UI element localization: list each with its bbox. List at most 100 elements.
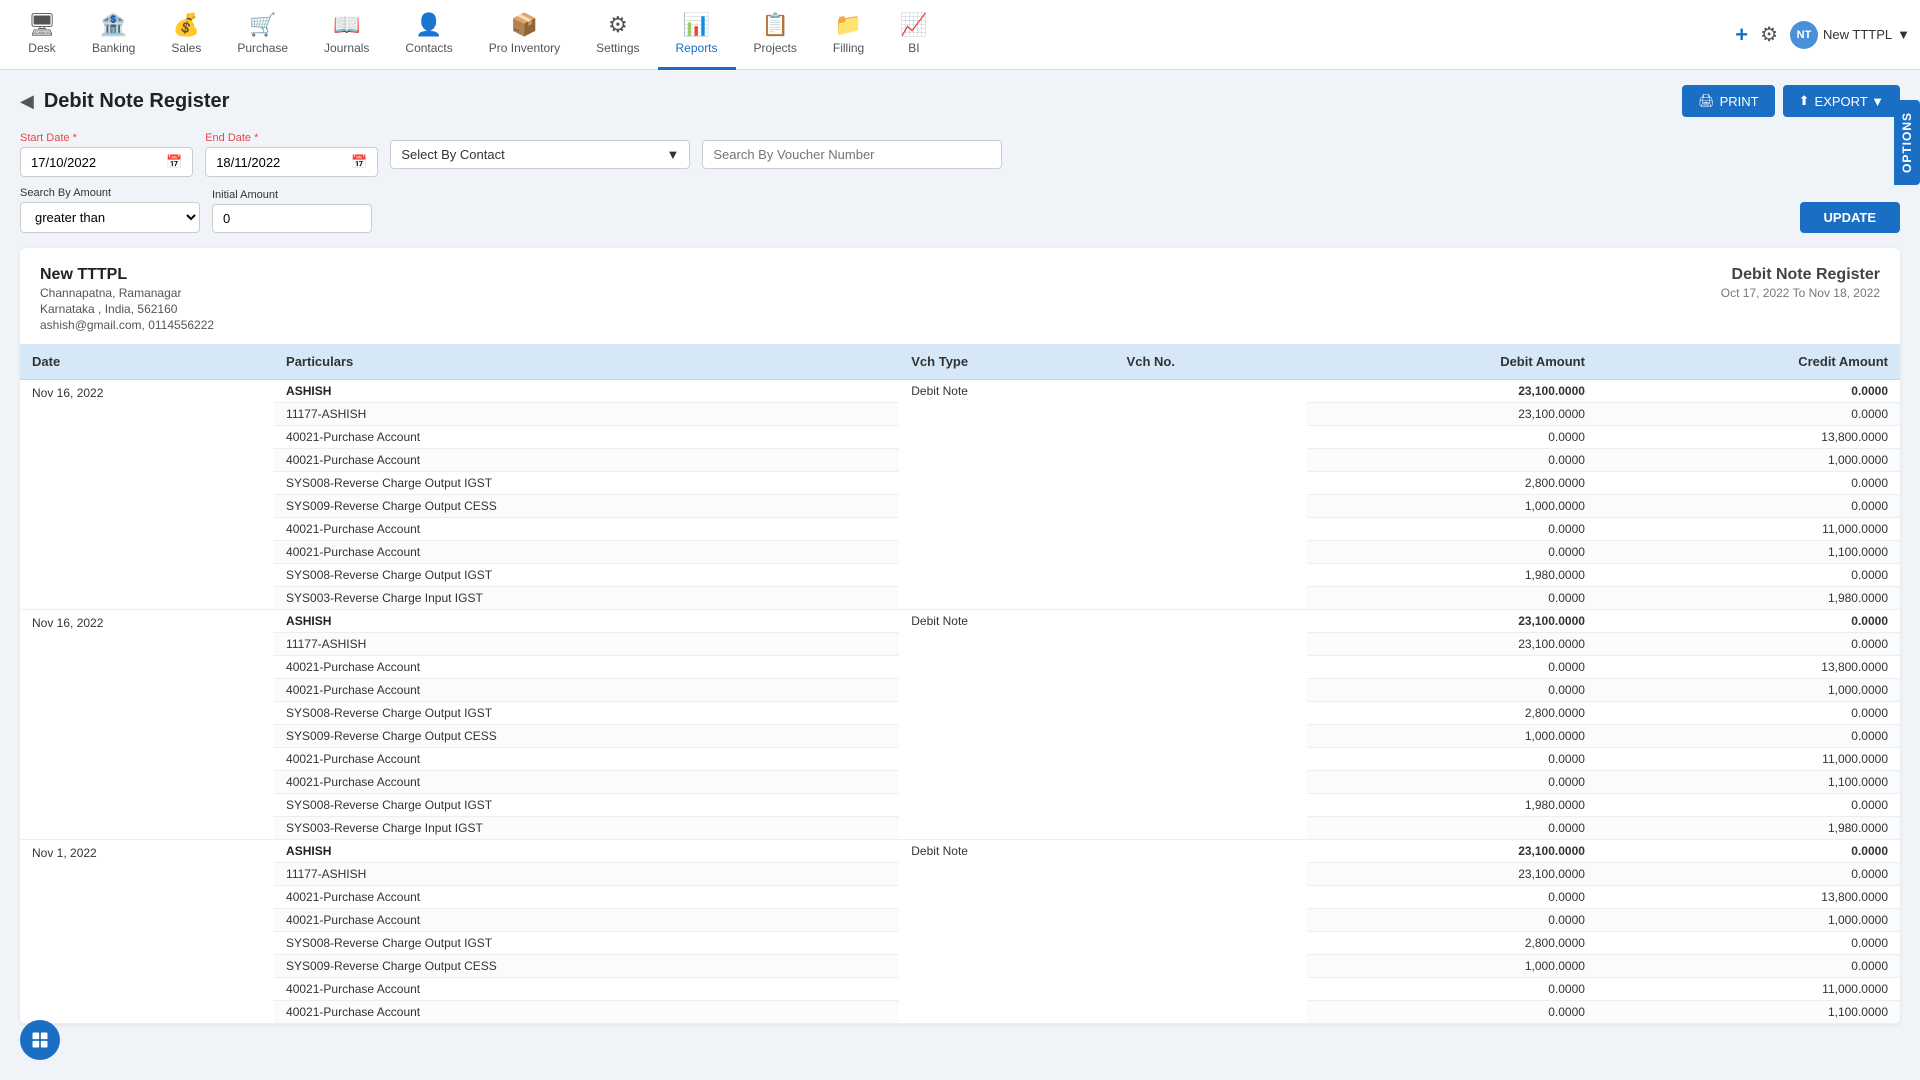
- cell-debit: 23,100.0000: [1307, 840, 1597, 863]
- company-chevron-icon: ▼: [1897, 27, 1910, 42]
- contact-select[interactable]: Select By Contact ▼: [390, 140, 690, 169]
- export-button[interactable]: ⬆ EXPORT ▼: [1783, 85, 1900, 117]
- end-date-label: End Date *: [205, 132, 378, 144]
- nav-reports[interactable]: 📊 Reports: [658, 0, 736, 70]
- nav-desk[interactable]: 🖥 Desk: [10, 0, 74, 70]
- company-selector[interactable]: NT New TTTPL ▼: [1790, 21, 1910, 49]
- contacts-icon: 👤: [415, 12, 442, 38]
- start-date-input-wrapper: 📅: [20, 147, 193, 177]
- nav-purchase-label: Purchase: [237, 41, 288, 55]
- cell-vch-type: Debit Note: [899, 380, 1114, 610]
- nav-bi-label: BI: [908, 41, 919, 55]
- nav-pro-inventory[interactable]: 📦 Pro Inventory: [471, 0, 578, 70]
- bottom-widget-icon: [30, 1030, 50, 1050]
- cell-particular: 40021-Purchase Account: [274, 771, 899, 794]
- cell-credit: 0.0000: [1597, 955, 1900, 978]
- col-vch-no: Vch No.: [1115, 344, 1308, 380]
- nav-settings-label: Settings: [596, 41, 639, 55]
- nav-banking-label: Banking: [92, 41, 135, 55]
- export-icon: ⬆: [1799, 93, 1810, 109]
- report-date-range: Oct 17, 2022 To Nov 18, 2022: [1721, 286, 1880, 300]
- page-header: ◀ Debit Note Register 🖨 PRINT ⬆ EXPORT ▼: [20, 85, 1900, 117]
- header-actions: 🖨 PRINT ⬆ EXPORT ▼: [1682, 85, 1900, 117]
- company-addr-1: Channapatna, Ramanagar: [40, 286, 214, 300]
- end-date-input[interactable]: [216, 155, 346, 170]
- company-header: New TTTPL Channapatna, Ramanagar Karnata…: [20, 248, 1900, 344]
- company-addr-2: Karnataka , India, 562160: [40, 302, 214, 316]
- print-button[interactable]: 🖨 PRINT: [1682, 85, 1775, 117]
- contact-filter-group: Select By Contact ▼: [390, 140, 690, 169]
- add-button[interactable]: +: [1735, 22, 1748, 48]
- cell-particular: ASHISH: [274, 380, 899, 403]
- cell-date: Nov 1, 2022: [20, 840, 274, 1024]
- cell-particular: SYS008-Reverse Charge Output IGST: [274, 564, 899, 587]
- cell-particular: SYS008-Reverse Charge Output IGST: [274, 702, 899, 725]
- cell-date: Nov 16, 2022: [20, 610, 274, 840]
- cell-debit: 0.0000: [1307, 817, 1597, 840]
- cell-debit: 23,100.0000: [1307, 863, 1597, 886]
- cell-debit: 1,000.0000: [1307, 495, 1597, 518]
- cell-debit: 1,980.0000: [1307, 564, 1597, 587]
- cell-particular: 40021-Purchase Account: [274, 909, 899, 932]
- cell-debit: 0.0000: [1307, 1001, 1597, 1024]
- bottom-widget[interactable]: [20, 1020, 60, 1060]
- back-button[interactable]: ◀: [20, 91, 34, 112]
- col-debit-amount: Debit Amount: [1307, 344, 1597, 380]
- cell-particular: 40021-Purchase Account: [274, 748, 899, 771]
- amount-select[interactable]: greater than less than equal to: [20, 202, 200, 233]
- cell-debit: 2,800.0000: [1307, 472, 1597, 495]
- cell-debit: 1,000.0000: [1307, 955, 1597, 978]
- cell-credit: 1,100.0000: [1597, 1001, 1900, 1024]
- cell-particular: 40021-Purchase Account: [274, 449, 899, 472]
- options-tab[interactable]: OPTIONS: [1894, 100, 1920, 185]
- cell-credit: 0.0000: [1597, 932, 1900, 955]
- nav-filling[interactable]: 📁 Filling: [815, 0, 882, 70]
- nav-journals-label: Journals: [324, 41, 369, 55]
- cell-credit: 13,800.0000: [1597, 426, 1900, 449]
- voucher-search-input[interactable]: [713, 147, 991, 162]
- cell-credit: 11,000.0000: [1597, 978, 1900, 1001]
- col-credit-amount: Credit Amount: [1597, 344, 1900, 380]
- cell-credit: 1,000.0000: [1597, 909, 1900, 932]
- cell-credit: 13,800.0000: [1597, 886, 1900, 909]
- nav-settings[interactable]: ⚙ Settings: [578, 0, 657, 70]
- end-date-input-wrapper: 📅: [205, 147, 378, 177]
- page-title: Debit Note Register: [44, 90, 230, 113]
- end-calendar-icon[interactable]: 📅: [351, 154, 367, 170]
- nav-bi[interactable]: 📈 BI: [882, 0, 945, 70]
- pro-inventory-icon: 📦: [511, 12, 538, 38]
- nav-reports-label: Reports: [676, 41, 718, 55]
- desk-icon: 🖥: [28, 12, 56, 38]
- cell-particular: SYS009-Reverse Charge Output CESS: [274, 955, 899, 978]
- nav-banking[interactable]: 🏦 Banking: [74, 0, 153, 70]
- company-addr-3: ashish@gmail.com, 0114556222: [40, 318, 214, 332]
- nav-projects[interactable]: 📋 Projects: [736, 0, 815, 70]
- cell-debit: 0.0000: [1307, 978, 1597, 1001]
- calendar-icon[interactable]: 📅: [166, 154, 182, 170]
- cell-credit: 1,000.0000: [1597, 679, 1900, 702]
- settings-icon: ⚙: [608, 12, 628, 38]
- cell-credit: 0.0000: [1597, 794, 1900, 817]
- cell-particular: 40021-Purchase Account: [274, 978, 899, 1001]
- voucher-filter-group: [702, 140, 1002, 169]
- update-button[interactable]: UPDATE: [1800, 202, 1900, 233]
- cell-debit: 23,100.0000: [1307, 633, 1597, 656]
- initial-amount-label: Initial Amount: [212, 189, 372, 201]
- global-settings-button[interactable]: ⚙: [1760, 22, 1778, 47]
- start-date-input[interactable]: [31, 155, 161, 170]
- nav-contacts[interactable]: 👤 Contacts: [387, 0, 470, 70]
- cell-particular: SYS008-Reverse Charge Output IGST: [274, 794, 899, 817]
- nav-sales[interactable]: 💰 Sales: [153, 0, 219, 70]
- nav-purchase[interactable]: 🛒 Purchase: [219, 0, 306, 70]
- cell-credit: 1,000.0000: [1597, 449, 1900, 472]
- report-card: New TTTPL Channapatna, Ramanagar Karnata…: [20, 248, 1900, 1024]
- nav-journals[interactable]: 📖 Journals: [306, 0, 387, 70]
- cell-credit: 0.0000: [1597, 702, 1900, 725]
- cell-credit: 0.0000: [1597, 403, 1900, 426]
- cell-credit: 1,980.0000: [1597, 587, 1900, 610]
- initial-amount-input[interactable]: [212, 204, 372, 233]
- cell-credit: 0.0000: [1597, 472, 1900, 495]
- cell-particular: 11177-ASHISH: [274, 403, 899, 426]
- cell-particular: SYS009-Reverse Charge Output CESS: [274, 495, 899, 518]
- cell-debit: 0.0000: [1307, 518, 1597, 541]
